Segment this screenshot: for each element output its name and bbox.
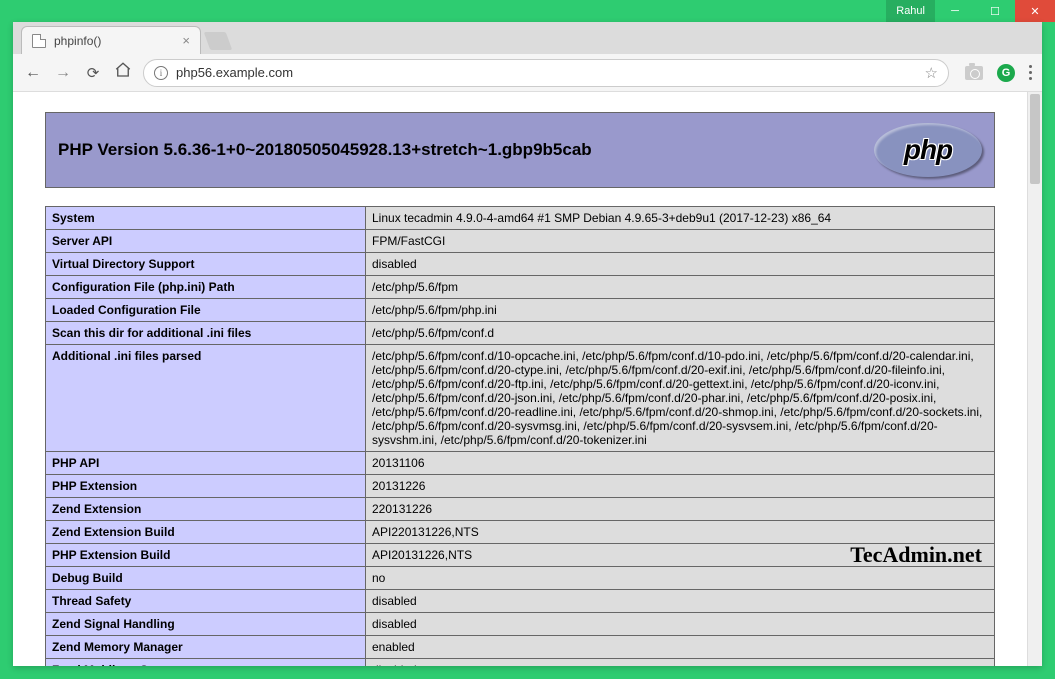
row-key: Zend Extension Build bbox=[46, 521, 366, 544]
table-row: PHP Extension20131226 bbox=[46, 475, 995, 498]
browser-tab[interactable]: phpinfo() × bbox=[21, 26, 201, 54]
table-row: Server APIFPM/FastCGI bbox=[46, 230, 995, 253]
row-value: enabled bbox=[366, 636, 995, 659]
table-row: Debug Buildno bbox=[46, 567, 995, 590]
camera-icon[interactable] bbox=[965, 66, 983, 80]
table-row: Zend Extension220131226 bbox=[46, 498, 995, 521]
table-row: Scan this dir for additional .ini files/… bbox=[46, 322, 995, 345]
php-logo-text: php bbox=[904, 134, 952, 166]
table-row: Zend Signal Handlingdisabled bbox=[46, 613, 995, 636]
row-key: Scan this dir for additional .ini files bbox=[46, 322, 366, 345]
site-info-icon[interactable]: i bbox=[154, 66, 168, 80]
page-content: PHP Version 5.6.36-1+0~20180505045928.13… bbox=[13, 92, 1027, 666]
row-key: Zend Extension bbox=[46, 498, 366, 521]
row-key: Additional .ini files parsed bbox=[46, 345, 366, 452]
file-icon bbox=[32, 34, 46, 48]
table-row: SystemLinux tecadmin 4.9.0-4-amd64 #1 SM… bbox=[46, 207, 995, 230]
os-user-badge[interactable]: Rahul bbox=[886, 0, 935, 22]
table-row: Zend Extension BuildAPI220131226,NTS bbox=[46, 521, 995, 544]
table-row: Configuration File (php.ini) Path/etc/ph… bbox=[46, 276, 995, 299]
row-value: /etc/php/5.6/fpm/conf.d/10-opcache.ini, … bbox=[366, 345, 995, 452]
table-row: Loaded Configuration File/etc/php/5.6/fp… bbox=[46, 299, 995, 322]
table-row: Zend Memory Managerenabled bbox=[46, 636, 995, 659]
row-value: 20131226 bbox=[366, 475, 995, 498]
row-value: disabled bbox=[366, 659, 995, 667]
tab-title: phpinfo() bbox=[54, 34, 101, 48]
php-version-title: PHP Version 5.6.36-1+0~20180505045928.13… bbox=[58, 140, 874, 160]
phpinfo-header: PHP Version 5.6.36-1+0~20180505045928.13… bbox=[45, 112, 995, 188]
new-tab-button[interactable] bbox=[204, 32, 233, 50]
row-value: API20131226,NTS bbox=[366, 544, 995, 567]
tab-close-button[interactable]: × bbox=[182, 33, 190, 48]
browser-toolbar: ← → ⟳ i php56.example.com ☆ G bbox=[13, 54, 1042, 92]
row-key: Zend Multibyte Support bbox=[46, 659, 366, 667]
row-value: Linux tecadmin 4.9.0-4-amd64 #1 SMP Debi… bbox=[366, 207, 995, 230]
row-key: PHP API bbox=[46, 452, 366, 475]
row-value: disabled bbox=[366, 253, 995, 276]
url-text: php56.example.com bbox=[176, 65, 293, 80]
back-button[interactable]: ← bbox=[23, 64, 43, 82]
table-row: PHP API20131106 bbox=[46, 452, 995, 475]
row-value: FPM/FastCGI bbox=[366, 230, 995, 253]
scrollbar-thumb[interactable] bbox=[1030, 94, 1040, 184]
row-key: Loaded Configuration File bbox=[46, 299, 366, 322]
row-key: PHP Extension Build bbox=[46, 544, 366, 567]
vertical-scrollbar[interactable] bbox=[1027, 92, 1042, 666]
table-row: Virtual Directory Supportdisabled bbox=[46, 253, 995, 276]
row-key: Zend Signal Handling bbox=[46, 613, 366, 636]
os-titlebar: Rahul bbox=[0, 0, 1055, 22]
row-key: Debug Build bbox=[46, 567, 366, 590]
row-value: disabled bbox=[366, 613, 995, 636]
row-key: Zend Memory Manager bbox=[46, 636, 366, 659]
phpinfo-table: SystemLinux tecadmin 4.9.0-4-amd64 #1 SM… bbox=[45, 206, 995, 666]
window-minimize-button[interactable] bbox=[935, 0, 975, 22]
window-close-button[interactable] bbox=[1015, 0, 1055, 22]
row-key: Server API bbox=[46, 230, 366, 253]
row-value: 20131106 bbox=[366, 452, 995, 475]
row-value: disabled bbox=[366, 590, 995, 613]
row-value: no bbox=[366, 567, 995, 590]
row-key: Virtual Directory Support bbox=[46, 253, 366, 276]
browser-menu-button[interactable] bbox=[1029, 65, 1032, 80]
row-value: /etc/php/5.6/fpm/php.ini bbox=[366, 299, 995, 322]
grammarly-icon[interactable]: G bbox=[997, 64, 1015, 82]
row-value: /etc/php/5.6/fpm bbox=[366, 276, 995, 299]
table-row: PHP Extension BuildAPI20131226,NTS bbox=[46, 544, 995, 567]
tab-bar: phpinfo() × bbox=[13, 22, 1042, 54]
home-button[interactable] bbox=[113, 61, 133, 84]
table-row: Thread Safetydisabled bbox=[46, 590, 995, 613]
row-key: PHP Extension bbox=[46, 475, 366, 498]
row-key: Thread Safety bbox=[46, 590, 366, 613]
bookmark-star-icon[interactable]: ☆ bbox=[925, 64, 938, 82]
page-viewport: PHP Version 5.6.36-1+0~20180505045928.13… bbox=[13, 92, 1042, 666]
table-row: Additional .ini files parsed/etc/php/5.6… bbox=[46, 345, 995, 452]
row-value: API220131226,NTS bbox=[366, 521, 995, 544]
window-maximize-button[interactable] bbox=[975, 0, 1015, 22]
row-key: Configuration File (php.ini) Path bbox=[46, 276, 366, 299]
browser-window: phpinfo() × ← → ⟳ i php56.example.com ☆ … bbox=[13, 22, 1042, 666]
row-key: System bbox=[46, 207, 366, 230]
row-value: /etc/php/5.6/fpm/conf.d bbox=[366, 322, 995, 345]
php-logo: php bbox=[874, 123, 982, 177]
table-row: Zend Multibyte Supportdisabled bbox=[46, 659, 995, 667]
reload-button[interactable]: ⟳ bbox=[83, 64, 103, 82]
forward-button: → bbox=[53, 64, 73, 82]
address-bar[interactable]: i php56.example.com ☆ bbox=[143, 59, 949, 87]
row-value: 220131226 bbox=[366, 498, 995, 521]
